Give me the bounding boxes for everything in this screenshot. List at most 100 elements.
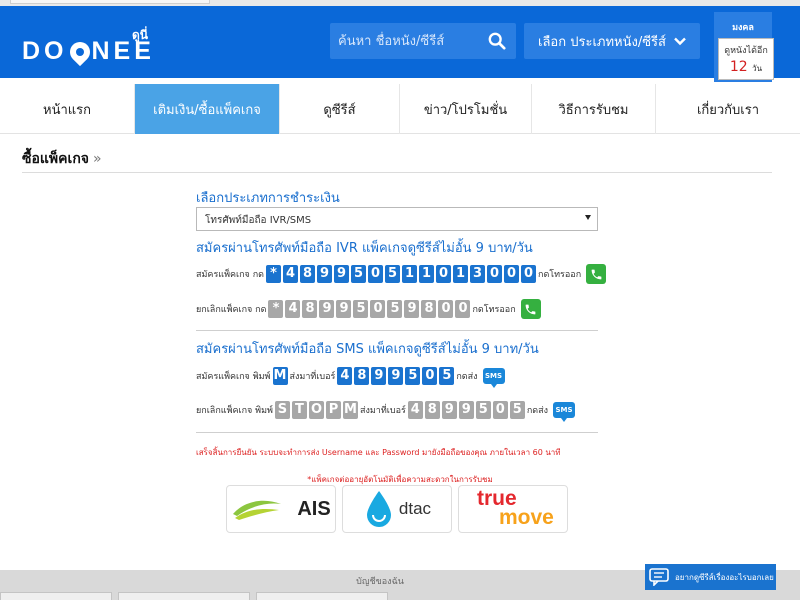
nav-home[interactable]: หน้าแรก: [0, 84, 135, 134]
ivr-subscribe-code: * 4 8 9 9 5 0 5 1 1 0 1 3 0 0 0: [266, 265, 536, 283]
code-digit: 8: [354, 367, 370, 385]
chat-label: อยากดูซีรีส์เรื่องอะไรบอกเลย: [675, 572, 774, 582]
code-digit: 0: [438, 300, 454, 318]
code-digit: *: [266, 265, 281, 283]
code-digit: S: [274, 401, 290, 419]
code-digit: M: [342, 401, 358, 419]
code-digit: 9: [404, 300, 420, 318]
code-digit: 4: [407, 401, 423, 419]
logo[interactable]: DO NEE ดูนี่: [22, 24, 155, 67]
caret-down-icon: [585, 215, 591, 220]
sms-subscribe-prefix: สมัครแพ็คเกจ พิมพ์: [196, 372, 271, 382]
page-title: ซื้อแพ็คเกจ»: [22, 148, 102, 170]
code-digit: 8: [300, 265, 315, 283]
search-input[interactable]: [338, 30, 478, 52]
code-digit: 5: [509, 401, 525, 419]
code-digit: 9: [317, 265, 332, 283]
ais-leaf-icon: [233, 500, 282, 520]
code-digit: 4: [283, 265, 298, 283]
nav-series[interactable]: ดูซีรีส์: [280, 84, 400, 134]
type-select[interactable]: เลือก ประเภทหนัง/ซีรีส์: [524, 23, 700, 59]
code-digit: 9: [458, 401, 474, 419]
logo-text-do: DO: [22, 37, 68, 65]
footer-tab[interactable]: [256, 592, 388, 600]
chat-request-button[interactable]: อยากดูซีรีส์เรื่องอะไรบอกเลย: [645, 564, 776, 590]
operator-dtac[interactable]: dtac: [342, 485, 452, 533]
pin-icon: [65, 37, 94, 67]
payment-type-select[interactable]: โทรศัพท์มือถือ IVR/SMS: [196, 207, 598, 231]
search-icon[interactable]: [488, 32, 506, 50]
nav-about[interactable]: เกี่ยวกับเรา: [656, 84, 800, 134]
code-digit: 3: [470, 265, 485, 283]
call-button[interactable]: [586, 264, 607, 284]
ivr-subscribe-prefix: สมัครแพ็คเกจ กด: [196, 270, 264, 280]
code-digit: *: [268, 300, 284, 318]
code-digit: 0: [436, 265, 451, 283]
phone-icon: [591, 269, 602, 279]
sms-cancel-prefix: ยกเลิกแพ็คเกจ พิมพ์: [196, 406, 273, 416]
code-digit: 1: [402, 265, 417, 283]
code-digit: 9: [319, 300, 335, 318]
payment-type-value: โทรศัพท์มือถือ IVR/SMS: [205, 215, 312, 226]
confirm-note: เสร็จสิ้นการยืนยัน ระบบจะทำการส่ง Userna…: [196, 448, 561, 457]
sms-subscribe-suffix: กดส่ง: [456, 372, 478, 382]
nav-topup-package[interactable]: เติมเงิน/ซื้อแพ็คเกจ: [135, 84, 280, 134]
code-digit: 0: [370, 300, 386, 318]
code-digit: 8: [424, 401, 440, 419]
code-digit: 8: [421, 300, 437, 318]
site-header: DO NEE ดูนี่ เลือก ประเภทหนัง/ซีรีส์ มงค…: [0, 6, 800, 82]
nav-news-promo[interactable]: ข่าว/โปรโมชั่น: [400, 84, 532, 134]
code-digit: P: [325, 401, 341, 419]
ivr-cancel-row: ยกเลิกแพ็คเกจ กด * 4 8 9 9 5 0 5 9 8 0 0 กดโทรออก: [196, 299, 541, 319]
ivr-cancel-code: * 4 8 9 9 5 0 5 9 8 0 0: [268, 300, 471, 318]
user-name: มงคล: [732, 23, 754, 33]
browser-tab[interactable]: [10, 0, 210, 4]
search-box: [330, 23, 516, 59]
remaining-days-widget[interactable]: มงคล ดูหนังได้อีก 12 วัน: [714, 12, 774, 82]
remaining-label: ดูหนังได้อีก: [724, 46, 768, 56]
operator-ais[interactable]: AIS: [226, 485, 336, 533]
code-digit: M: [272, 367, 288, 385]
code-digit: 5: [387, 300, 403, 318]
code-digit: 9: [388, 367, 404, 385]
sms-cancel-send-button[interactable]: SMS: [553, 402, 576, 422]
title-divider: [22, 172, 772, 173]
phone-icon: [525, 304, 536, 314]
page-title-text: ซื้อแพ็คเกจ: [22, 151, 89, 167]
ais-logo-text: AIS: [297, 497, 331, 520]
ivr-subscribe-suffix: กดโทรออก: [538, 270, 582, 280]
section-divider-2: [196, 432, 598, 433]
ivr-subscribe-row: สมัครแพ็คเกจ กด * 4 8 9 9 5 0 5 1 1 0 1 3 0 0 0 กดโทรออ…: [196, 264, 607, 284]
ivr-cancel-suffix: กดโทรออก: [472, 305, 516, 315]
operator-truemove[interactable]: true move: [458, 485, 568, 533]
sms-subscribe-keyword: M: [272, 367, 288, 385]
nav-how-to-watch[interactable]: วิธีการรับชม: [532, 84, 656, 134]
code-digit: 0: [504, 265, 519, 283]
code-digit: 0: [492, 401, 508, 419]
code-digit: 5: [385, 265, 400, 283]
code-digit: 5: [353, 300, 369, 318]
code-digit: O: [308, 401, 324, 419]
code-digit: 9: [336, 300, 352, 318]
move-logo-text: move: [499, 506, 554, 529]
dtac-drop-icon: [366, 491, 391, 527]
code-digit: 0: [455, 300, 471, 318]
sms-heading: สมัครผ่านโทรศัพท์มือถือ SMS แพ็คเกจดูซีร…: [196, 342, 539, 357]
code-digit: 4: [337, 367, 353, 385]
code-digit: 5: [439, 367, 455, 385]
type-select-label: เลือก ประเภทหนัง/ซีรีส์: [538, 34, 666, 50]
sms-send-button[interactable]: SMS: [482, 368, 505, 388]
remaining-number: 12: [729, 59, 748, 75]
remaining-days-card: ดูหนังได้อีก 12 วัน: [718, 38, 774, 80]
sms-cancel-keyword: STOPM: [274, 401, 358, 419]
footer-tab[interactable]: [0, 592, 112, 600]
double-chevron-icon: »: [93, 151, 102, 167]
code-digit: 9: [371, 367, 387, 385]
footer-tab[interactable]: [118, 592, 250, 600]
call-cancel-button[interactable]: [520, 299, 541, 319]
payment-type-heading: เลือกประเภทการชำระเงิน: [196, 191, 340, 206]
code-digit: T: [291, 401, 307, 419]
code-digit: 1: [419, 265, 434, 283]
sms-cancel-row: ยกเลิกแพ็คเกจ พิมพ์ STOPM ส่งมาที่เบอร์ …: [196, 401, 576, 422]
sms-subscribe-mid: ส่งมาที่เบอร์: [289, 372, 336, 382]
